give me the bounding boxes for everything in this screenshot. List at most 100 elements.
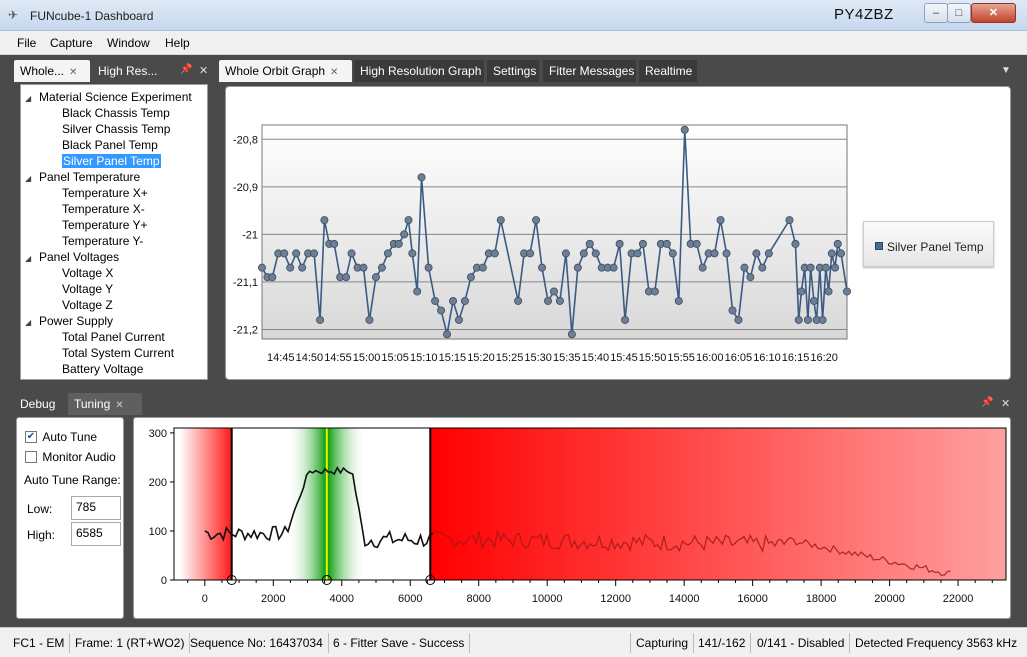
data-point[interactable] bbox=[417, 173, 426, 182]
data-point[interactable] bbox=[797, 287, 806, 296]
close-icon[interactable]: ✕ bbox=[1001, 397, 1010, 410]
data-point[interactable] bbox=[310, 249, 319, 258]
data-point[interactable] bbox=[827, 249, 836, 258]
dropdown-icon[interactable]: ▼ bbox=[1001, 65, 1011, 76]
data-point[interactable] bbox=[833, 239, 842, 248]
parameter-tree[interactable]: ◢ Material Science Experiment Black Chassi… bbox=[20, 84, 208, 380]
close-icon[interactable]: ✕ bbox=[199, 64, 208, 77]
data-point[interactable] bbox=[454, 315, 463, 324]
tree-group[interactable]: ◢ Material Science Experiment bbox=[25, 89, 192, 105]
data-point[interactable] bbox=[740, 263, 749, 272]
tab-tuning[interactable]: Tuning ✕ bbox=[68, 393, 142, 415]
data-point[interactable] bbox=[490, 249, 499, 258]
data-point[interactable] bbox=[286, 263, 295, 272]
data-point[interactable] bbox=[437, 306, 446, 315]
data-point[interactable] bbox=[292, 249, 301, 258]
data-point[interactable] bbox=[716, 216, 725, 225]
data-point[interactable] bbox=[638, 239, 647, 248]
data-point[interactable] bbox=[466, 273, 475, 282]
data-point[interactable] bbox=[543, 296, 552, 305]
data-point[interactable] bbox=[443, 330, 452, 339]
pin-icon[interactable]: 📌 bbox=[981, 397, 993, 408]
data-point[interactable] bbox=[794, 315, 803, 324]
data-point[interactable] bbox=[347, 249, 356, 258]
data-point[interactable] bbox=[280, 249, 289, 258]
data-point[interactable] bbox=[424, 263, 433, 272]
data-point[interactable] bbox=[803, 315, 812, 324]
data-point[interactable] bbox=[298, 263, 307, 272]
data-point[interactable] bbox=[320, 216, 329, 225]
menu-capture[interactable]: Capture bbox=[50, 36, 93, 50]
tree-group[interactable]: ◢ Panel Voltages bbox=[25, 249, 119, 265]
data-point[interactable] bbox=[359, 263, 368, 272]
tree-item[interactable]: Temperature X- bbox=[62, 201, 145, 217]
data-point[interactable] bbox=[728, 306, 737, 315]
data-point[interactable] bbox=[408, 249, 417, 258]
data-point[interactable] bbox=[478, 263, 487, 272]
tree-group[interactable]: ◢ Power Supply bbox=[25, 313, 113, 329]
data-point[interactable] bbox=[591, 249, 600, 258]
tree-item[interactable]: Total System Current bbox=[62, 345, 174, 361]
data-point[interactable] bbox=[764, 249, 773, 258]
data-point[interactable] bbox=[668, 249, 677, 258]
data-point[interactable] bbox=[674, 296, 683, 305]
expand-arrow-icon[interactable]: ◢ bbox=[25, 171, 37, 187]
data-point[interactable] bbox=[633, 249, 642, 258]
data-point[interactable] bbox=[692, 239, 701, 248]
data-point[interactable] bbox=[837, 249, 846, 258]
data-point[interactable] bbox=[573, 263, 582, 272]
tree-item[interactable]: Temperature Y- bbox=[62, 233, 143, 249]
close-icon[interactable]: ✕ bbox=[330, 67, 338, 78]
data-point[interactable] bbox=[821, 263, 830, 272]
maximize-button[interactable]: □ bbox=[947, 3, 971, 23]
data-point[interactable] bbox=[561, 249, 570, 258]
data-point[interactable] bbox=[609, 263, 618, 272]
data-point[interactable] bbox=[532, 216, 541, 225]
data-point[interactable] bbox=[758, 263, 767, 272]
data-point[interactable] bbox=[818, 315, 827, 324]
close-icon[interactable]: ✕ bbox=[115, 400, 123, 411]
data-point[interactable] bbox=[585, 239, 594, 248]
data-point[interactable] bbox=[365, 315, 374, 324]
data-point[interactable] bbox=[413, 287, 422, 296]
data-point[interactable] bbox=[680, 125, 689, 134]
tab-high-res-tree[interactable]: High Res... bbox=[92, 60, 178, 82]
tree-item[interactable]: Temperature X+ bbox=[62, 185, 148, 201]
tree-item[interactable]: Voltage X bbox=[62, 265, 113, 281]
tab-whole-orbit-graph[interactable]: Whole Orbit Graph ✕ bbox=[219, 60, 352, 82]
data-point[interactable] bbox=[431, 296, 440, 305]
data-point[interactable] bbox=[514, 296, 523, 305]
data-point[interactable] bbox=[371, 273, 380, 282]
data-point[interactable] bbox=[752, 249, 761, 258]
data-point[interactable] bbox=[268, 273, 277, 282]
menu-window[interactable]: Window bbox=[107, 36, 150, 50]
data-point[interactable] bbox=[383, 249, 392, 258]
tab-settings[interactable]: Settings bbox=[487, 60, 539, 82]
data-point[interactable] bbox=[316, 315, 325, 324]
data-point[interactable] bbox=[785, 216, 794, 225]
data-point[interactable] bbox=[746, 273, 755, 282]
data-point[interactable] bbox=[526, 249, 535, 258]
tree-item[interactable]: Black Panel Temp bbox=[62, 137, 158, 153]
data-point[interactable] bbox=[843, 287, 852, 296]
low-frequency-input[interactable]: 785 bbox=[71, 496, 121, 520]
data-point[interactable] bbox=[394, 239, 403, 248]
tab-fitter-messages[interactable]: Fitter Messages bbox=[543, 60, 636, 82]
data-point[interactable] bbox=[258, 263, 267, 272]
menu-help[interactable]: Help bbox=[165, 36, 190, 50]
tree-item[interactable]: Temperature Y+ bbox=[62, 217, 148, 233]
tab-whole-orbit-tree[interactable]: Whole... ✕ bbox=[14, 60, 90, 82]
data-point[interactable] bbox=[538, 263, 547, 272]
data-point[interactable] bbox=[698, 263, 707, 272]
data-point[interactable] bbox=[400, 230, 409, 239]
title-bar[interactable]: ✈ FUNcube-1 Dashboard PY4ZBZ – □ ✕ bbox=[0, 0, 1027, 31]
tree-item[interactable]: Silver Panel Temp bbox=[62, 153, 161, 169]
data-point[interactable] bbox=[710, 249, 719, 258]
data-point[interactable] bbox=[615, 239, 624, 248]
pin-icon[interactable]: 📌 bbox=[180, 64, 192, 75]
data-point[interactable] bbox=[404, 216, 413, 225]
data-point[interactable] bbox=[734, 315, 743, 324]
data-point[interactable] bbox=[555, 296, 564, 305]
checkbox-checked[interactable]: ✔ bbox=[25, 430, 37, 443]
tree-item[interactable]: Total Panel Current bbox=[62, 329, 165, 345]
